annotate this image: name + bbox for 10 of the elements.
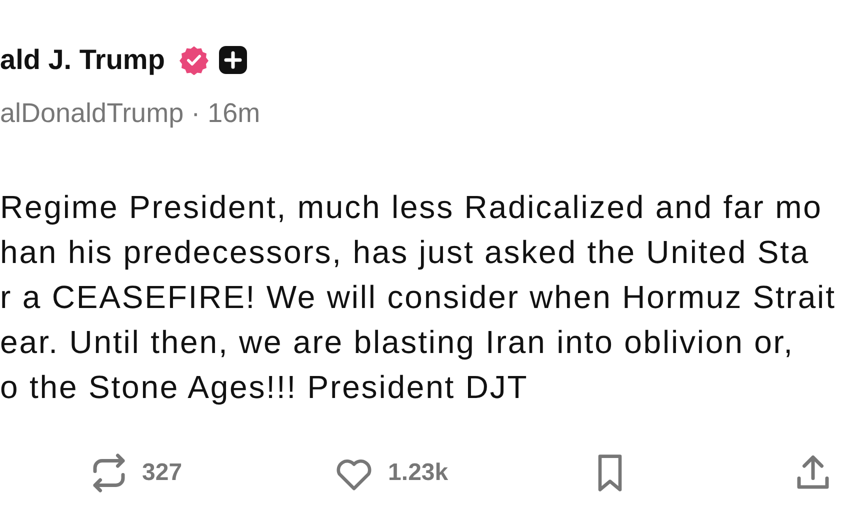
author-name[interactable]: ald J. Trump [0, 44, 165, 76]
action-count: 1.23k [388, 459, 448, 487]
post-text-line: han his predecessors, has just asked the United Sta [0, 233, 811, 272]
post-text-line: Regime President, much less Radicalized and far mo [0, 188, 824, 227]
author-handle[interactable]: alDonaldTrump · 16m [0, 98, 856, 129]
plus-icon[interactable] [218, 46, 247, 74]
post-text-line: ear. Until then, we are blasting Iran into oblivion or, [0, 323, 795, 362]
post-text-line: r a CEASEFIRE! We will consider when Hormuz Strait [0, 278, 837, 317]
action-count: 327 [142, 459, 182, 487]
post-text-line: o the Stone Ages!!! President DJT [0, 368, 530, 407]
